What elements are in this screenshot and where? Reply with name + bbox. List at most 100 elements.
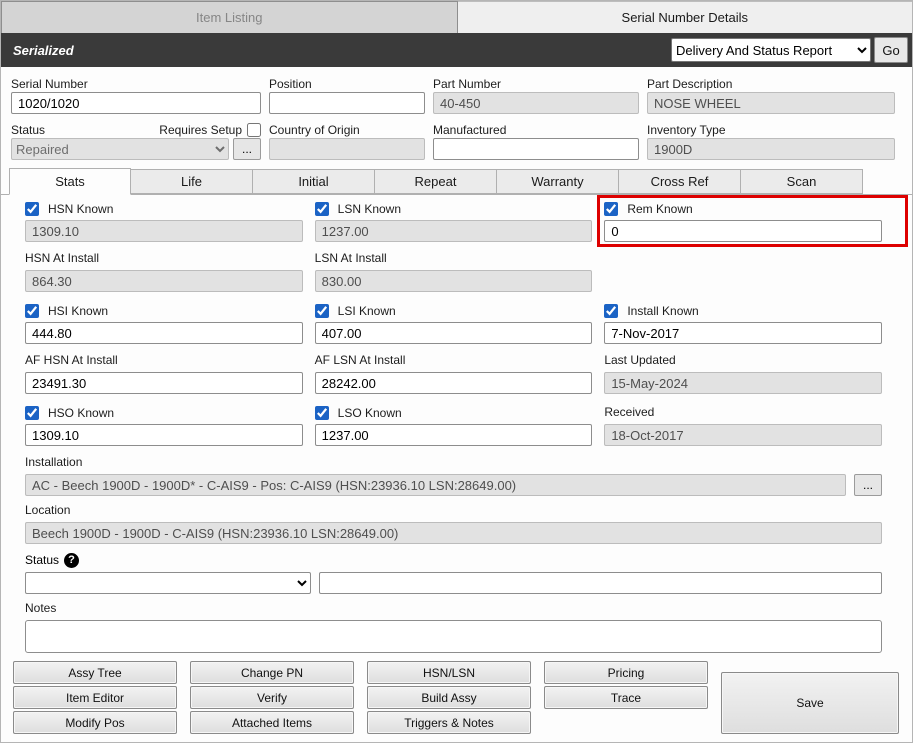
notes-textarea[interactable]	[25, 620, 882, 653]
requires-setup-checkbox[interactable]	[247, 123, 261, 137]
hsn-known-checkbox[interactable]	[25, 202, 39, 216]
lsn-known-checkbox[interactable]	[315, 202, 329, 216]
form-row-2: Status Requires Setup Repaired ... Count…	[11, 121, 895, 160]
rem-input[interactable]	[604, 220, 882, 242]
hsn-at-install-label: HSN At Install	[25, 251, 303, 266]
installation-section: Installation ...	[1, 455, 912, 496]
hsi-known-row: HSI Known	[25, 303, 303, 319]
lso-known-group: LSO Known	[315, 405, 593, 446]
requires-setup-group: Requires Setup	[159, 123, 261, 137]
position-label: Position	[269, 75, 425, 92]
stats-status-dropdown[interactable]	[25, 572, 311, 594]
lsi-known-group: LSI Known	[315, 303, 593, 344]
tab-cross-ref[interactable]: Cross Ref	[619, 169, 741, 194]
part-description-label: Part Description	[647, 75, 895, 92]
install-known-label: Install Known	[627, 304, 698, 318]
lso-input[interactable]	[315, 424, 593, 446]
location-field	[25, 522, 882, 544]
hsn-lsn-button[interactable]: HSN/LSN	[367, 661, 531, 684]
tab-life[interactable]: Life	[131, 169, 253, 194]
notes-row	[25, 620, 882, 653]
af-lsn-group: AF LSN At Install	[315, 353, 593, 394]
go-button[interactable]: Go	[874, 37, 908, 63]
hsn-at-install-group: HSN At Install	[25, 251, 303, 292]
tab-item-listing[interactable]: Item Listing	[1, 1, 458, 33]
af-lsn-at-install-label: AF LSN At Install	[315, 353, 593, 368]
header-bar: Serialized Delivery And Status Report Go	[1, 33, 912, 67]
empty-cell	[604, 251, 882, 292]
serial-number-details-page: Item Listing Serial Number Details Seria…	[0, 0, 913, 743]
manufactured-input[interactable]	[433, 138, 639, 160]
install-date-input[interactable]	[604, 322, 882, 344]
tab-scan[interactable]: Scan	[741, 169, 863, 194]
inventory-type-field	[647, 138, 895, 160]
assy-tree-button[interactable]: Assy Tree	[13, 661, 177, 684]
install-known-checkbox[interactable]	[604, 304, 618, 318]
country-of-origin-label: Country of Origin	[269, 121, 425, 138]
tab-serial-number-details[interactable]: Serial Number Details	[458, 1, 913, 33]
tab-stats[interactable]: Stats	[9, 168, 131, 195]
location-row	[25, 522, 882, 544]
help-icon[interactable]: ?	[64, 553, 79, 568]
trace-button[interactable]: Trace	[544, 686, 708, 709]
serial-number-input[interactable]	[11, 92, 261, 114]
save-button[interactable]: Save	[721, 672, 899, 734]
attached-items-button[interactable]: Attached Items	[190, 711, 354, 734]
verify-button[interactable]: Verify	[190, 686, 354, 709]
hso-input[interactable]	[25, 424, 303, 446]
inventory-type-group: Inventory Type	[647, 121, 895, 160]
lsi-input[interactable]	[315, 322, 593, 344]
lsi-known-checkbox[interactable]	[315, 304, 329, 318]
hso-known-checkbox[interactable]	[25, 406, 39, 420]
received-group: Received	[604, 405, 882, 446]
part-description-group: Part Description	[647, 75, 895, 114]
position-input[interactable]	[269, 92, 425, 114]
action-button-grid: Assy Tree Change PN HSN/LSN Pricing Save…	[13, 661, 912, 734]
status-label: Status	[11, 123, 45, 137]
status-ellipsis-button[interactable]: ...	[233, 138, 261, 160]
lso-known-checkbox[interactable]	[315, 406, 329, 420]
status-dropdown: Repaired	[11, 138, 229, 160]
hsi-known-checkbox[interactable]	[25, 304, 39, 318]
triggers-notes-button[interactable]: Triggers & Notes	[367, 711, 531, 734]
af-lsn-input[interactable]	[315, 372, 593, 394]
build-assy-button[interactable]: Build Assy	[367, 686, 531, 709]
serial-number-label: Serial Number	[11, 75, 261, 92]
tab-initial[interactable]: Initial	[253, 169, 375, 194]
modify-pos-button[interactable]: Modify Pos	[13, 711, 177, 734]
part-number-group: Part Number	[433, 75, 639, 114]
change-pn-button[interactable]: Change PN	[190, 661, 354, 684]
pricing-button[interactable]: Pricing	[544, 661, 708, 684]
part-description-field	[647, 92, 895, 114]
country-group: Country of Origin	[269, 121, 425, 160]
hso-known-label: HSO Known	[48, 406, 114, 420]
af-hsn-input[interactable]	[25, 372, 303, 394]
rem-known-group: Rem Known	[604, 201, 882, 242]
notes-section: Notes	[1, 601, 912, 653]
install-known-group: Install Known	[604, 303, 882, 344]
tab-warranty[interactable]: Warranty	[497, 169, 619, 194]
country-of-origin-field	[269, 138, 425, 160]
part-number-label: Part Number	[433, 75, 639, 92]
status-section: Status ?	[1, 551, 912, 594]
notes-label: Notes	[25, 601, 882, 616]
lsn-known-label: LSN Known	[338, 202, 401, 216]
hsi-input[interactable]	[25, 322, 303, 344]
lso-known-label: LSO Known	[338, 406, 402, 420]
tab-repeat[interactable]: Repeat	[375, 169, 497, 194]
status-group: Status Requires Setup Repaired ...	[11, 121, 261, 160]
installation-label: Installation	[25, 455, 882, 470]
installation-ellipsis-button[interactable]: ...	[854, 474, 882, 496]
action-button-area: Assy Tree Change PN HSN/LSN Pricing Save…	[1, 657, 912, 742]
last-updated-group: Last Updated	[604, 353, 882, 394]
manufactured-label: Manufactured	[433, 121, 639, 138]
report-dropdown[interactable]: Delivery And Status Report	[671, 38, 871, 62]
inventory-type-label: Inventory Type	[647, 121, 895, 138]
af-hsn-group: AF HSN At Install	[25, 353, 303, 394]
stats-status-input[interactable]	[319, 572, 882, 594]
item-editor-button[interactable]: Item Editor	[13, 686, 177, 709]
known-row-3: HSO Known LSO Known Received	[1, 405, 912, 446]
install-known-row: Install Known	[604, 303, 882, 319]
rem-known-checkbox[interactable]	[604, 202, 618, 216]
lso-known-row: LSO Known	[315, 405, 593, 421]
